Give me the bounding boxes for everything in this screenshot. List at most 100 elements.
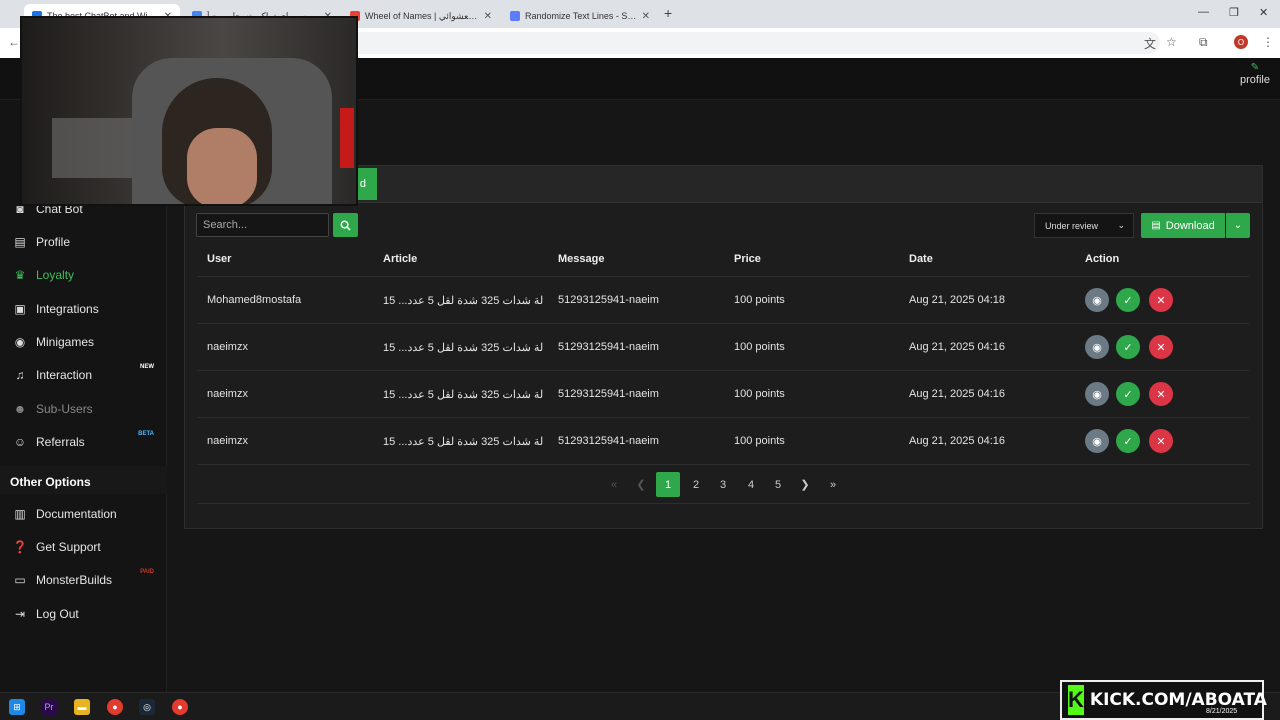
page-button[interactable]: 1 [656, 472, 680, 497]
window-close-icon[interactable]: ✕ [1259, 6, 1268, 19]
approve-button[interactable]: ✓ [1116, 382, 1140, 406]
message-cell: 51293125941-naeim [558, 294, 659, 306]
column-header[interactable]: Price [734, 253, 761, 265]
user-cell: naeimzx [207, 388, 248, 400]
sidebar-item-interaction[interactable]: ♫ Interaction NEW [12, 364, 162, 382]
next-page-icon[interactable]: ❯ [793, 472, 817, 497]
menu-icon[interactable]: ⋮ [1262, 35, 1274, 49]
message-cell: 51293125941-naeim [558, 388, 659, 400]
laptop-icon: ▭ [14, 573, 26, 587]
sidebar-item-minigames[interactable]: ◉ Minigames [12, 335, 162, 349]
search-input[interactable] [196, 213, 329, 237]
date-cell: Aug 21, 2025 04:16 [909, 435, 1006, 447]
sidebar-item-integrations[interactable]: ▣ Integrations [12, 302, 162, 316]
view-button[interactable]: ◉ [1085, 288, 1109, 312]
restore-icon[interactable]: ❐ [1229, 6, 1239, 19]
premiere-icon[interactable]: Pr [41, 699, 57, 715]
date-cell: Aug 21, 2025 04:16 [909, 341, 1006, 353]
close-icon[interactable]: ✕ [642, 11, 650, 22]
steam-icon[interactable]: ◎ [139, 699, 155, 715]
download-dropdown-button[interactable]: ⌄ [1226, 213, 1250, 238]
message-cell: 51293125941-naeim [558, 341, 659, 353]
star-icon[interactable]: ☆ [1166, 35, 1177, 49]
table-row: Mohamed8mostafa 15 ...لة شدات 325 شدة لق… [197, 277, 1249, 324]
price-cell: 100 points [734, 435, 785, 447]
minimize-icon[interactable]: — [1198, 6, 1209, 18]
sidebar-item-documentation[interactable]: ▥ Documentation [12, 507, 162, 521]
last-page-icon[interactable]: » [821, 472, 845, 497]
extensions-icon[interactable]: ⧉ [1199, 35, 1208, 50]
approve-button[interactable]: ✓ [1116, 288, 1140, 312]
download-button[interactable]: ▤ Download [1141, 213, 1225, 238]
gamepad-icon: ◉ [14, 335, 26, 349]
sidebar-item-profile[interactable]: ▤ Profile [12, 235, 162, 249]
reject-button[interactable]: ✕ [1149, 429, 1173, 453]
user-cell: naeimzx [207, 341, 248, 353]
approve-button[interactable]: ✓ [1116, 429, 1140, 453]
column-header[interactable]: Article [383, 253, 417, 265]
id-card-icon: ▤ [14, 235, 26, 249]
leaf-icon: ✎ [1250, 62, 1260, 73]
sidebar-item-get-support[interactable]: ❓ Get Support [12, 540, 162, 554]
status-select[interactable]: Under review ⌄ [1034, 213, 1134, 238]
view-button[interactable]: ◉ [1085, 335, 1109, 359]
webcam-overlay [20, 16, 358, 206]
prev-page-icon[interactable]: ❮ [629, 472, 653, 497]
chevron-down-icon: ⌄ [1117, 220, 1125, 230]
first-page-icon[interactable]: « [602, 472, 626, 497]
chrome-icon[interactable]: ● [107, 699, 123, 715]
check-icon: ✓ [1123, 341, 1133, 354]
eye-icon: ◉ [1092, 341, 1102, 354]
sidebar-item-loyalty[interactable]: ♛ Loyalty [12, 268, 162, 282]
new-tab-button[interactable]: + [664, 5, 672, 21]
chat-square-icon: ▣ [14, 302, 26, 316]
chevron-down-icon: ⌄ [1233, 220, 1243, 231]
users-icon: ☻ [13, 402, 27, 416]
x-icon: ✕ [1156, 435, 1166, 448]
sidebar-item-log-out[interactable]: ⇥ Log Out [12, 607, 162, 621]
browser-tab[interactable]: Wheel of Names | اسم العشوائي ✕ [342, 4, 500, 28]
reject-button[interactable]: ✕ [1149, 288, 1173, 312]
windows-start-icon[interactable]: ⊞ [9, 699, 25, 715]
column-header[interactable]: Date [909, 253, 933, 265]
file-explorer-icon[interactable]: ▬ [74, 699, 90, 715]
eye-icon: ◉ [1092, 388, 1102, 401]
other-options-title: Other Options [10, 475, 91, 489]
view-button[interactable]: ◉ [1085, 429, 1109, 453]
eye-icon: ◉ [1092, 294, 1102, 307]
article-cell: 15 ...لة شدات 325 شدة لقل 5 عدد [383, 295, 544, 307]
article-cell: 15 ...لة شدات 325 شدة لقل 5 عدد [383, 436, 544, 448]
page-button[interactable]: 3 [711, 472, 735, 497]
check-icon: ✓ [1123, 294, 1133, 307]
sidebar-item-sub-users[interactable]: ☻ Sub-Users [12, 402, 162, 416]
beta-badge: BETA [138, 431, 154, 437]
page-button[interactable]: 4 [739, 472, 763, 497]
file-icon: ▤ [1151, 220, 1161, 231]
column-header[interactable]: User [207, 253, 231, 265]
page-button[interactable]: 5 [766, 472, 790, 497]
article-cell: 15 ...لة شدات 325 شدة لقل 5 عدد [383, 389, 544, 401]
date-cell: Aug 21, 2025 04:16 [909, 388, 1006, 400]
message-cell: 51293125941-naeim [558, 435, 659, 447]
column-header[interactable]: Message [558, 253, 604, 265]
search-icon [340, 220, 351, 231]
account-avatar[interactable]: O [1234, 35, 1248, 49]
reject-button[interactable]: ✕ [1149, 335, 1173, 359]
help-circle-icon: ❓ [12, 540, 28, 554]
sidebar-item-monsterbuilds[interactable]: ▭ MonsterBuilds PAID [12, 569, 162, 587]
x-icon: ✕ [1156, 294, 1166, 307]
chrome-icon[interactable]: ● [172, 699, 188, 715]
view-button[interactable]: ◉ [1085, 382, 1109, 406]
close-icon[interactable]: ✕ [484, 11, 492, 22]
page-button[interactable]: 2 [684, 472, 708, 497]
translate-icon[interactable]: 文 [1144, 35, 1156, 52]
back-icon[interactable]: ← [8, 35, 20, 49]
browser-tab[interactable]: Randomize Text Lines - String ✕ [502, 4, 658, 28]
x-icon: ✕ [1156, 388, 1166, 401]
sidebar-item-referrals[interactable]: ☺ Referrals BETA [12, 431, 162, 449]
search-button[interactable] [333, 213, 358, 237]
date-cell: Aug 21, 2025 04:18 [909, 294, 1006, 306]
reject-button[interactable]: ✕ [1149, 382, 1173, 406]
profile-link[interactable]: ✎ profile [1238, 62, 1272, 86]
approve-button[interactable]: ✓ [1116, 335, 1140, 359]
